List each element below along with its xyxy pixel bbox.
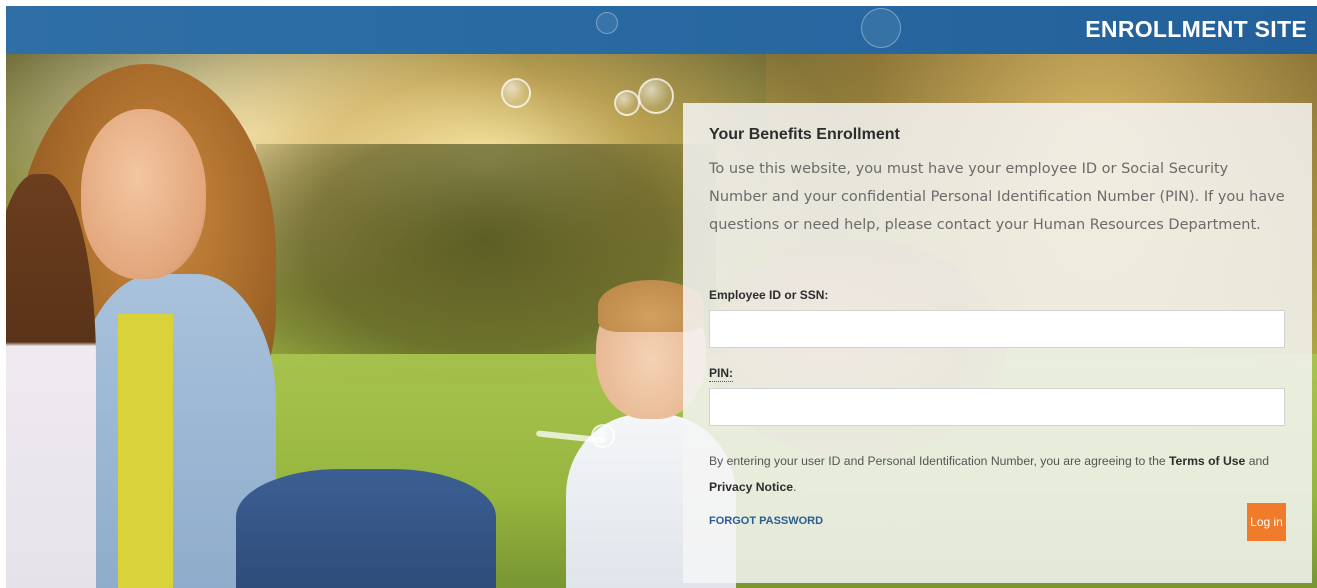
site-title: ENROLLMENT SITE bbox=[1085, 16, 1307, 42]
login-panel: Your Benefits Enrollment To use this web… bbox=[683, 103, 1312, 583]
pin-label: PIN: bbox=[709, 366, 733, 382]
soap-bubble bbox=[614, 90, 640, 116]
girl-figure bbox=[6, 174, 96, 588]
pin-input[interactable] bbox=[709, 388, 1285, 426]
soap-bubble bbox=[638, 78, 674, 114]
privacy-notice-link[interactable]: Privacy Notice bbox=[709, 480, 793, 494]
panel-title: Your Benefits Enrollment bbox=[709, 126, 900, 143]
enrollment-login-page: ENROLLMENT SITE Your Benefits Enrollment… bbox=[0, 0, 1317, 588]
terms-and: and bbox=[1245, 454, 1270, 468]
mother-yellow-top bbox=[118, 314, 173, 588]
login-button[interactable]: Log in bbox=[1247, 503, 1286, 541]
terms-notice: By entering your user ID and Personal Id… bbox=[709, 448, 1289, 500]
terms-prefix: By entering your user ID and Personal Id… bbox=[709, 454, 1170, 468]
soap-bubble bbox=[591, 424, 615, 448]
terms-of-use-link[interactable]: Terms of Use bbox=[1169, 454, 1245, 468]
header-bubble-decoration bbox=[861, 8, 901, 48]
header-bubble-decoration bbox=[596, 12, 618, 34]
terms-suffix: . bbox=[793, 480, 797, 494]
jeans bbox=[236, 469, 496, 588]
mother-face bbox=[81, 109, 206, 279]
site-header: ENROLLMENT SITE bbox=[6, 6, 1317, 54]
forgot-password-link[interactable]: FORGOT PASSWORD bbox=[709, 515, 823, 527]
employee-id-input[interactable] bbox=[709, 310, 1285, 348]
employee-id-label: Employee ID or SSN: bbox=[709, 288, 829, 302]
panel-description: To use this website, you must have your … bbox=[709, 161, 1285, 233]
soap-bubble bbox=[501, 78, 531, 108]
